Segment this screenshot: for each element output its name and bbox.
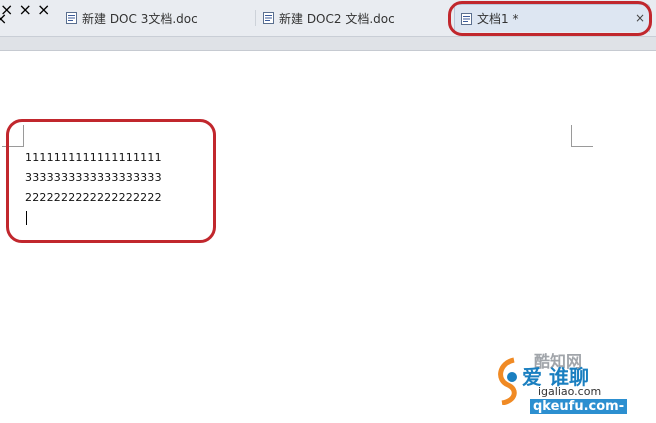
watermark-text-3: igaliao.com (538, 385, 602, 398)
word-document-icon (263, 12, 274, 24)
tab-close-icon[interactable]: × (37, 0, 50, 19)
tab-separator (255, 10, 256, 26)
toolbar-strip (0, 37, 656, 51)
document-tab-bar: × 新建 DOC 3文档.doc × 新建 DOC2 文档.doc × × 文档… (0, 0, 656, 37)
tab-label: 新建 DOC2 文档.doc (279, 11, 395, 26)
tab-doc2[interactable]: 新建 DOC2 文档.doc (263, 4, 448, 32)
word-document-icon (461, 12, 472, 25)
tab-label: 新建 DOC 3文档.doc (82, 11, 198, 26)
watermark-text-4: qkeufu.com- (530, 399, 628, 414)
tab-close-icon[interactable]: × (0, 9, 7, 28)
watermark-swirl-icon (498, 357, 517, 405)
tab-close-icon[interactable]: × (19, 0, 32, 19)
tab-close-icon[interactable]: × (633, 10, 647, 26)
tab-document1[interactable]: 文档1 * × (454, 4, 650, 32)
page-margin-corner-top-right (571, 125, 593, 147)
tab-doc3[interactable]: 新建 DOC 3文档.doc (66, 4, 256, 32)
watermark-logo: 酷知网 爱 谁聊 igaliao.com qkeufu.com- (494, 345, 654, 421)
text-highlight-annotation (6, 119, 216, 243)
word-document-icon (66, 12, 77, 24)
tab-label: 文档1 * (477, 12, 519, 26)
